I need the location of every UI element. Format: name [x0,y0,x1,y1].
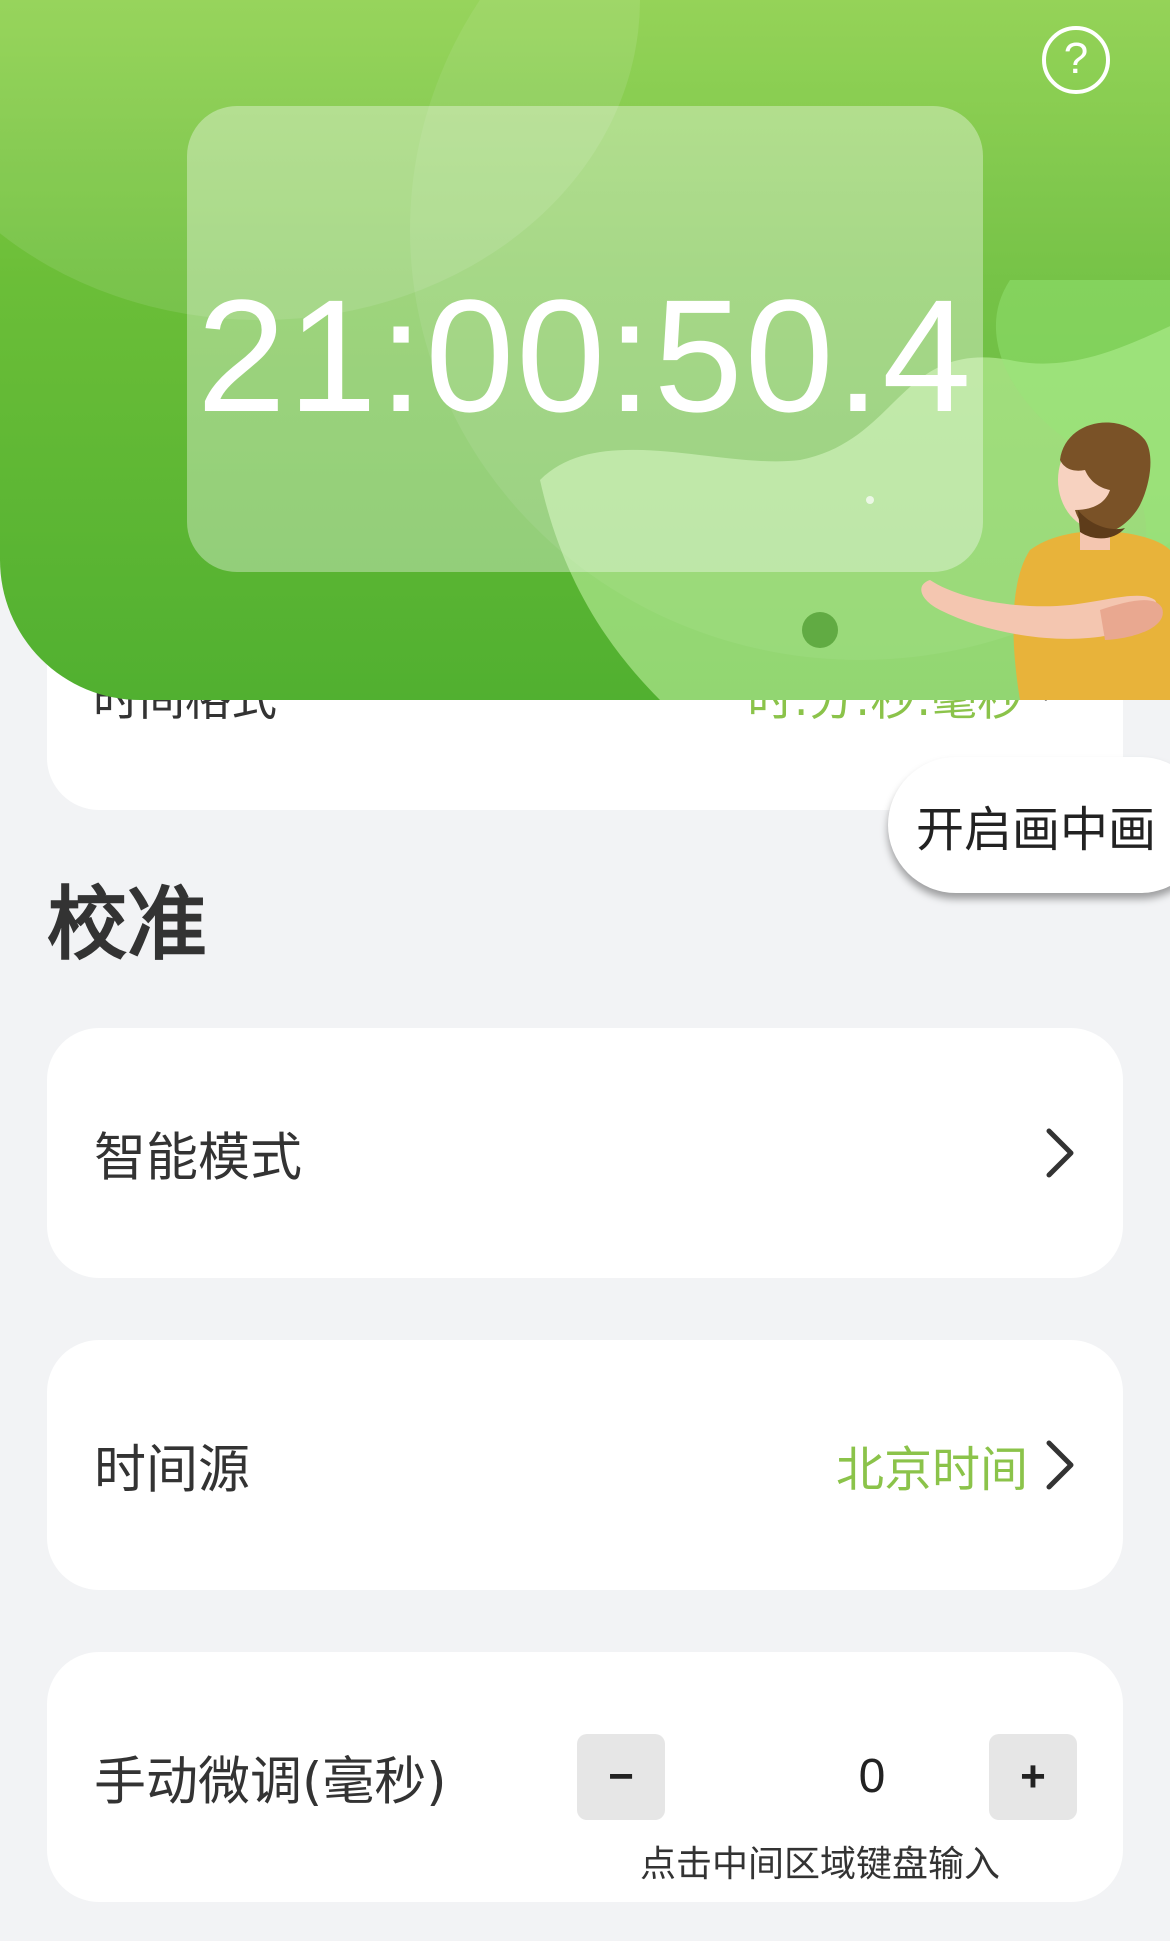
time-source-value: 北京时间 [835,1442,1028,1498]
pip-button-label: 开启画中画 [916,802,1157,858]
increment-button[interactable]: + [989,1734,1077,1820]
clock-header: 21:00:50.4 ? [0,0,1170,700]
help-icon[interactable]: ? [1042,26,1110,94]
person-illustration [921,422,1170,700]
manual-adjust-row: 手动微调(毫秒) − 0 + 点击中间区域键盘输入 [47,1652,1123,1902]
decrement-button[interactable]: − [577,1734,665,1820]
keyboard-input-hint: 点击中间区域键盘输入 [640,1844,1001,1885]
smart-mode-label: 智能模式 [94,1128,303,1189]
clock-time: 21:00:50.4 [196,266,974,445]
clock-display-card[interactable]: 21:00:50.4 [187,106,983,572]
chevron-right-icon [1046,1440,1074,1490]
adjust-value-input[interactable]: 0 [807,1734,937,1820]
time-source-row[interactable]: 时间源 北京时间 [47,1340,1123,1590]
smart-mode-row[interactable]: 智能模式 [47,1028,1123,1278]
time-source-label: 时间源 [94,1440,251,1501]
app-screen: 时间格式 时:分:秒.毫秒 21:00:50.4 ? [0,0,1170,1941]
pip-toggle-button[interactable]: 开启画中画 [888,757,1170,893]
manual-adjust-label: 手动微调(毫秒) [94,1752,447,1813]
chevron-right-icon [1046,1128,1074,1178]
calibration-title: 校准 [47,878,207,971]
